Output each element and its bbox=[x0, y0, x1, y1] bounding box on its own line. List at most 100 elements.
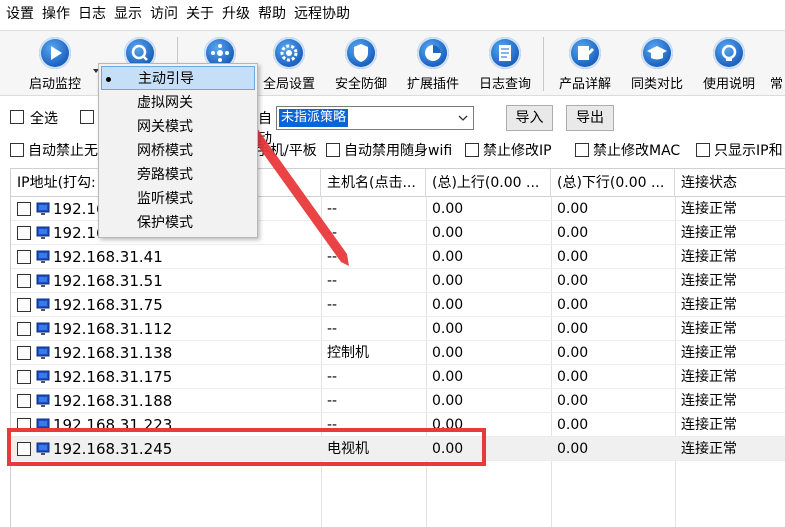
menu-access[interactable]: 访问 bbox=[146, 0, 182, 28]
dropdown-item-listen-mode[interactable]: 监听模式 bbox=[101, 187, 255, 211]
status-cell: 连接正常 bbox=[681, 297, 737, 313]
block-ip-change-option[interactable]: 禁止修改IP bbox=[465, 140, 552, 160]
menu-upgrade[interactable]: 升级 bbox=[218, 0, 254, 28]
dropdown-item-bridge-mode[interactable]: 网桥模式 bbox=[101, 139, 255, 163]
table-row[interactable]: 192.168.31.112 -- 0.00 0.00 连接正常 bbox=[11, 317, 785, 341]
edit-icon bbox=[569, 37, 601, 69]
download-cell: 0.00 bbox=[557, 249, 589, 265]
monitor-icon bbox=[36, 370, 50, 383]
shield-icon bbox=[345, 37, 377, 69]
row-checkbox[interactable] bbox=[17, 346, 31, 360]
play-icon bbox=[39, 37, 71, 69]
table-row[interactable]: 192.168.31.175 -- 0.00 0.00 连接正常 bbox=[11, 365, 785, 389]
monitor-icon bbox=[36, 250, 50, 263]
download-cell: 0.00 bbox=[557, 417, 589, 433]
select-all-label: 全选 bbox=[30, 111, 58, 127]
hostname-cell: 控制机 bbox=[327, 345, 369, 361]
document-icon bbox=[489, 37, 521, 69]
show-ip-only-option[interactable]: 只显示IP和 bbox=[696, 140, 783, 160]
filter-checkbox[interactable] bbox=[80, 109, 94, 125]
row-checkbox[interactable] bbox=[17, 394, 31, 408]
pie-chart-icon bbox=[417, 37, 449, 69]
status-cell: 连接正常 bbox=[681, 321, 737, 337]
auto-block-option[interactable]: 自动禁止无 bbox=[10, 140, 98, 160]
menu-log[interactable]: 日志 bbox=[74, 0, 110, 28]
row-checkbox[interactable] bbox=[17, 250, 31, 264]
menu-remote-assist[interactable]: 远程协助 bbox=[290, 0, 354, 28]
monitor-icon bbox=[36, 202, 50, 215]
table-row[interactable]: 192.168.31.41 -- 0.00 0.00 连接正常 bbox=[11, 245, 785, 269]
download-cell: 0.00 bbox=[557, 393, 589, 409]
hostname-cell: -- bbox=[327, 273, 338, 289]
more-button[interactable]: 常 bbox=[768, 37, 785, 93]
comparison-button[interactable]: 同类对比 bbox=[624, 37, 690, 93]
ip-address: 192.168.31.51 bbox=[53, 272, 163, 290]
policy-select-value: 未指派策略 bbox=[279, 109, 349, 127]
status-cell: 连接正常 bbox=[681, 441, 737, 457]
dropdown-item-protect-mode[interactable]: 保护模式 bbox=[101, 211, 255, 235]
table-row[interactable]: 192.168.31.188 -- 0.00 0.00 连接正常 bbox=[11, 389, 785, 413]
column-status[interactable]: 连接状态 bbox=[675, 169, 785, 197]
row-checkbox[interactable] bbox=[17, 226, 31, 240]
hostname-cell: -- bbox=[327, 249, 338, 265]
gear-icon bbox=[273, 37, 305, 69]
menu-settings[interactable]: 设置 bbox=[0, 0, 38, 28]
security-defense-button[interactable]: 安全防御 bbox=[328, 37, 394, 93]
select-all-checkbox[interactable] bbox=[10, 109, 24, 125]
hostname-cell: -- bbox=[327, 369, 338, 385]
upload-cell: 0.00 bbox=[432, 273, 464, 289]
chevron-down-icon bbox=[458, 115, 468, 121]
ip-address: 192.168.31.138 bbox=[53, 344, 173, 362]
column-upload[interactable]: (总)上行(0.00 ... bbox=[426, 169, 551, 197]
download-cell: 0.00 bbox=[557, 297, 589, 313]
menu-about[interactable]: 关于 bbox=[182, 0, 218, 28]
extension-plugin-button[interactable]: 扩展插件 bbox=[400, 37, 466, 93]
status-cell: 连接正常 bbox=[681, 201, 737, 217]
hostname-cell: -- bbox=[327, 297, 338, 313]
column-hostname[interactable]: 主机名(点击... bbox=[321, 169, 426, 197]
menu-operate[interactable]: 操作 bbox=[38, 0, 74, 28]
table-row[interactable]: 192.168.31.51 -- 0.00 0.00 连接正常 bbox=[11, 269, 785, 293]
help-icon bbox=[713, 37, 745, 69]
row-checkbox[interactable] bbox=[17, 274, 31, 288]
row-checkbox[interactable] bbox=[17, 298, 31, 312]
column-download[interactable]: (总)下行(0.00 ... bbox=[551, 169, 675, 197]
upload-cell: 0.00 bbox=[432, 201, 464, 217]
menu-display[interactable]: 显示 bbox=[110, 0, 146, 28]
start-monitor-button[interactable]: 启动监控 bbox=[20, 37, 90, 93]
import-button[interactable]: 导入 bbox=[506, 105, 553, 131]
row-checkbox[interactable] bbox=[17, 202, 31, 216]
usage-guide-button[interactable]: 使用说明 bbox=[696, 37, 762, 93]
upload-cell: 0.00 bbox=[432, 297, 464, 313]
global-settings-button[interactable]: 全局设置 bbox=[256, 37, 322, 93]
table-row[interactable]: 192.168.31.75 -- 0.00 0.00 连接正常 bbox=[11, 293, 785, 317]
mobile-tablet-option[interactable]: 手机/平板 bbox=[256, 140, 317, 160]
row-checkbox[interactable] bbox=[17, 322, 31, 336]
dropdown-item-bypass-mode[interactable]: 旁路模式 bbox=[101, 163, 255, 187]
status-cell: 连接正常 bbox=[681, 393, 737, 409]
table-row[interactable]: 192.168.31.138 控制机 0.00 0.00 连接正常 bbox=[11, 341, 785, 365]
status-cell: 连接正常 bbox=[681, 369, 737, 385]
policy-select[interactable]: 未指派策略 bbox=[276, 106, 474, 130]
hostname-cell: -- bbox=[327, 321, 338, 337]
dropdown-item-gateway-mode[interactable]: 网关模式 bbox=[101, 115, 255, 139]
hostname-cell: -- bbox=[327, 393, 338, 409]
block-wifi-option[interactable]: 自动禁用随身wifi bbox=[326, 140, 452, 160]
ip-address: 192.168.31.175 bbox=[53, 368, 173, 386]
upload-cell: 0.00 bbox=[432, 321, 464, 337]
download-cell: 0.00 bbox=[557, 345, 589, 361]
block-mac-change-option[interactable]: 禁止修改MAC bbox=[575, 140, 680, 160]
row-checkbox[interactable] bbox=[17, 370, 31, 384]
hostname-cell: -- bbox=[327, 225, 338, 241]
dropdown-item-virtual-gateway[interactable]: 虚拟网关 bbox=[101, 91, 255, 115]
hostname-cell: -- bbox=[327, 201, 338, 217]
highlight-box bbox=[7, 428, 486, 466]
download-cell: 0.00 bbox=[557, 201, 589, 217]
product-details-button[interactable]: 产品详解 bbox=[552, 37, 618, 93]
export-button[interactable]: 导出 bbox=[566, 105, 614, 131]
monitor-icon bbox=[36, 346, 50, 359]
log-query-button[interactable]: 日志查询 bbox=[472, 37, 538, 93]
dropdown-item-active-guide[interactable]: 主动引导 bbox=[101, 66, 255, 90]
selected-bullet-icon bbox=[106, 77, 111, 82]
menu-help[interactable]: 帮助 bbox=[254, 0, 290, 28]
